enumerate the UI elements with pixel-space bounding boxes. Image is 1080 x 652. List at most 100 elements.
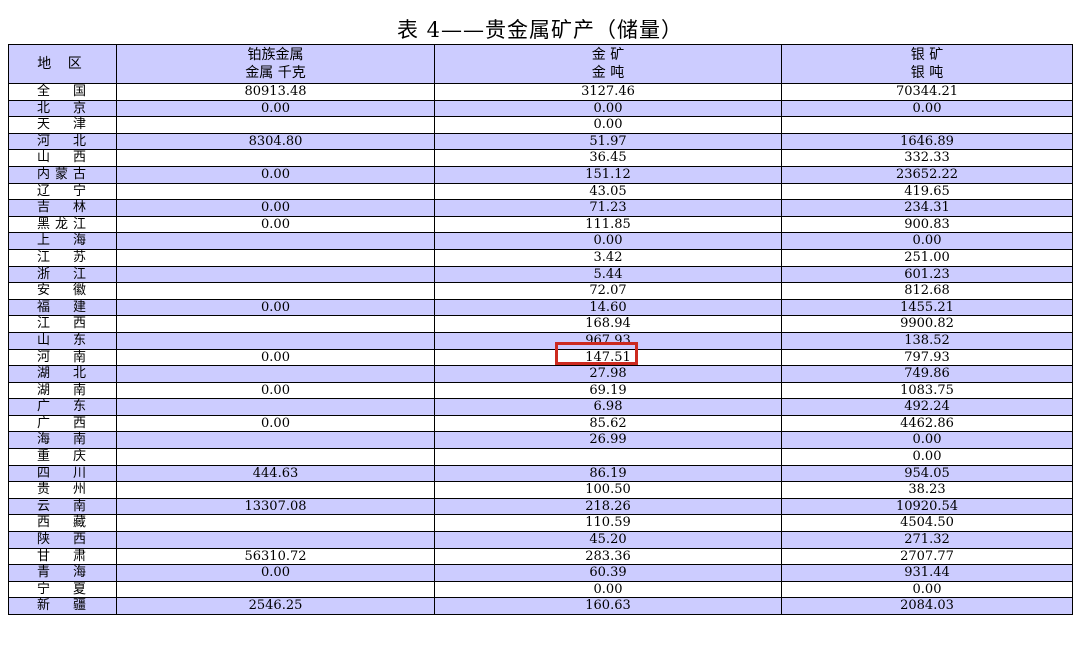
table-row: 云南 13307.08 218.26 10920.54 bbox=[8, 497, 1073, 516]
silver-cell: 1083.75 bbox=[781, 381, 1073, 400]
silver-cell: 931.44 bbox=[781, 564, 1073, 582]
gold-cell: 43.05 bbox=[434, 182, 782, 201]
table-row: 甘肃 56310.72 283.36 2707.77 bbox=[8, 547, 1073, 566]
gold-cell bbox=[434, 448, 782, 466]
silver-cell: 9900.82 bbox=[781, 315, 1073, 333]
header-platinum: 铂族金属 金属 千克 bbox=[116, 44, 435, 84]
region-cell: 贵州 bbox=[8, 481, 117, 499]
gold-cell: 69.19 bbox=[434, 381, 782, 400]
platinum-cell: 0.00 bbox=[116, 199, 435, 217]
region-cell: 广西 bbox=[8, 414, 117, 433]
silver-cell: 1646.89 bbox=[781, 132, 1073, 151]
platinum-cell bbox=[116, 182, 435, 201]
header-silver-name: 银 矿 bbox=[910, 47, 944, 63]
table-row: 广西 0.00 85.62 4462.86 bbox=[8, 414, 1073, 433]
gold-cell: 160.63 bbox=[434, 597, 782, 615]
silver-cell: 251.00 bbox=[781, 248, 1073, 267]
platinum-cell bbox=[116, 365, 435, 383]
region-cell: 云南 bbox=[8, 497, 117, 516]
platinum-cell: 0.00 bbox=[116, 298, 435, 317]
gold-cell: 72.07 bbox=[434, 282, 782, 300]
gold-cell: 85.62 bbox=[434, 414, 782, 433]
table-row: 新疆 2546.25 160.63 2084.03 bbox=[8, 597, 1073, 615]
silver-cell: 70344.21 bbox=[781, 83, 1073, 101]
platinum-cell: 0.00 bbox=[116, 414, 435, 433]
header-region: 地 区 bbox=[8, 44, 117, 84]
silver-cell: 0.00 bbox=[781, 431, 1073, 450]
table-row: 四川 444.63 86.19 954.05 bbox=[8, 464, 1073, 483]
region-cell: 山东 bbox=[8, 331, 117, 350]
region-cell: 河南 bbox=[8, 348, 117, 367]
header-silver: 银 矿 银 吨 bbox=[781, 44, 1073, 84]
gold-cell: 3.42 bbox=[434, 248, 782, 267]
region-cell: 湖南 bbox=[8, 381, 117, 400]
table-row: 河南 0.00 147.51 797.93 bbox=[8, 348, 1073, 367]
platinum-cell: 0.00 bbox=[116, 564, 435, 582]
table-row: 西藏 110.59 4504.50 bbox=[8, 514, 1073, 533]
gold-cell: 36.45 bbox=[434, 149, 782, 167]
table-row: 浙江 5.44 601.23 bbox=[8, 265, 1073, 284]
gold-cell: 283.36 bbox=[434, 547, 782, 566]
table-row: 吉林 0.00 71.23 234.31 bbox=[8, 199, 1073, 217]
platinum-cell: 56310.72 bbox=[116, 547, 435, 566]
table-row: 黑龙江 0.00 111.85 900.83 bbox=[8, 215, 1073, 234]
platinum-cell: 444.63 bbox=[116, 464, 435, 483]
gold-cell: 60.39 bbox=[434, 564, 782, 582]
table-row: 湖北 27.98 749.86 bbox=[8, 365, 1073, 383]
platinum-cell bbox=[116, 315, 435, 333]
region-cell: 北京 bbox=[8, 99, 117, 118]
region-cell: 黑龙江 bbox=[8, 215, 117, 234]
table-row: 上海 0.00 0.00 bbox=[8, 232, 1073, 250]
platinum-cell bbox=[116, 531, 435, 549]
gold-cell: 147.51 bbox=[434, 348, 782, 367]
table-row: 陕西 45.20 271.32 bbox=[8, 531, 1073, 549]
table-row: 山西 36.45 332.33 bbox=[8, 149, 1073, 167]
gold-cell: 218.26 bbox=[434, 497, 782, 516]
table-row: 河北 8304.80 51.97 1646.89 bbox=[8, 132, 1073, 151]
gold-cell: 26.99 bbox=[434, 431, 782, 450]
gold-cell: 14.60 bbox=[434, 298, 782, 317]
region-cell: 西藏 bbox=[8, 514, 117, 533]
table-body: 地 区 铂族金属 金属 千克 金 矿 金 吨 银 矿 银 吨 全国 80913.4… bbox=[8, 44, 1073, 615]
table-row: 广东 6.98 492.24 bbox=[8, 398, 1073, 416]
silver-cell: 4462.86 bbox=[781, 414, 1073, 433]
silver-cell: 797.93 bbox=[781, 348, 1073, 367]
silver-cell: 1455.21 bbox=[781, 298, 1073, 317]
region-cell: 江苏 bbox=[8, 248, 117, 267]
header-silver-unit: 银 吨 bbox=[910, 65, 944, 81]
region-cell: 山西 bbox=[8, 149, 117, 167]
region-cell: 重庆 bbox=[8, 448, 117, 466]
gold-cell: 3127.46 bbox=[434, 83, 782, 101]
platinum-cell: 0.00 bbox=[116, 215, 435, 234]
header-row: 地 区 铂族金属 金属 千克 金 矿 金 吨 银 矿 银 吨 bbox=[8, 44, 1073, 84]
region-cell: 陕西 bbox=[8, 531, 117, 549]
platinum-cell: 8304.80 bbox=[116, 132, 435, 151]
table-row: 贵州 100.50 38.23 bbox=[8, 481, 1073, 499]
table-row: 安徽 72.07 812.68 bbox=[8, 282, 1073, 300]
header-platinum-unit: 金属 千克 bbox=[245, 65, 306, 81]
table-row: 内蒙古 0.00 151.12 23652.22 bbox=[8, 165, 1073, 184]
gold-cell: 6.98 bbox=[434, 398, 782, 416]
gold-cell: 71.23 bbox=[434, 199, 782, 217]
silver-cell: 138.52 bbox=[781, 331, 1073, 350]
table-row: 北京 0.00 0.00 0.00 bbox=[8, 99, 1073, 118]
region-cell: 天津 bbox=[8, 116, 117, 134]
silver-cell: 2084.03 bbox=[781, 597, 1073, 615]
silver-cell: 234.31 bbox=[781, 199, 1073, 217]
table-row: 江西 168.94 9900.82 bbox=[8, 315, 1073, 333]
gold-cell: 151.12 bbox=[434, 165, 782, 184]
gold-cell: 0.00 bbox=[434, 116, 782, 134]
table-row: 山东 967.93 138.52 bbox=[8, 331, 1073, 350]
platinum-cell: 0.00 bbox=[116, 99, 435, 118]
platinum-cell: 80913.48 bbox=[116, 83, 435, 101]
table-row: 海南 26.99 0.00 bbox=[8, 431, 1073, 450]
gold-cell: 27.98 bbox=[434, 365, 782, 383]
platinum-cell bbox=[116, 116, 435, 134]
platinum-cell bbox=[116, 398, 435, 416]
region-cell: 辽宁 bbox=[8, 182, 117, 201]
gold-cell: 86.19 bbox=[434, 464, 782, 483]
platinum-cell: 0.00 bbox=[116, 165, 435, 184]
table-row: 辽宁 43.05 419.65 bbox=[8, 182, 1073, 201]
silver-cell: 4504.50 bbox=[781, 514, 1073, 533]
gold-cell: 5.44 bbox=[434, 265, 782, 284]
